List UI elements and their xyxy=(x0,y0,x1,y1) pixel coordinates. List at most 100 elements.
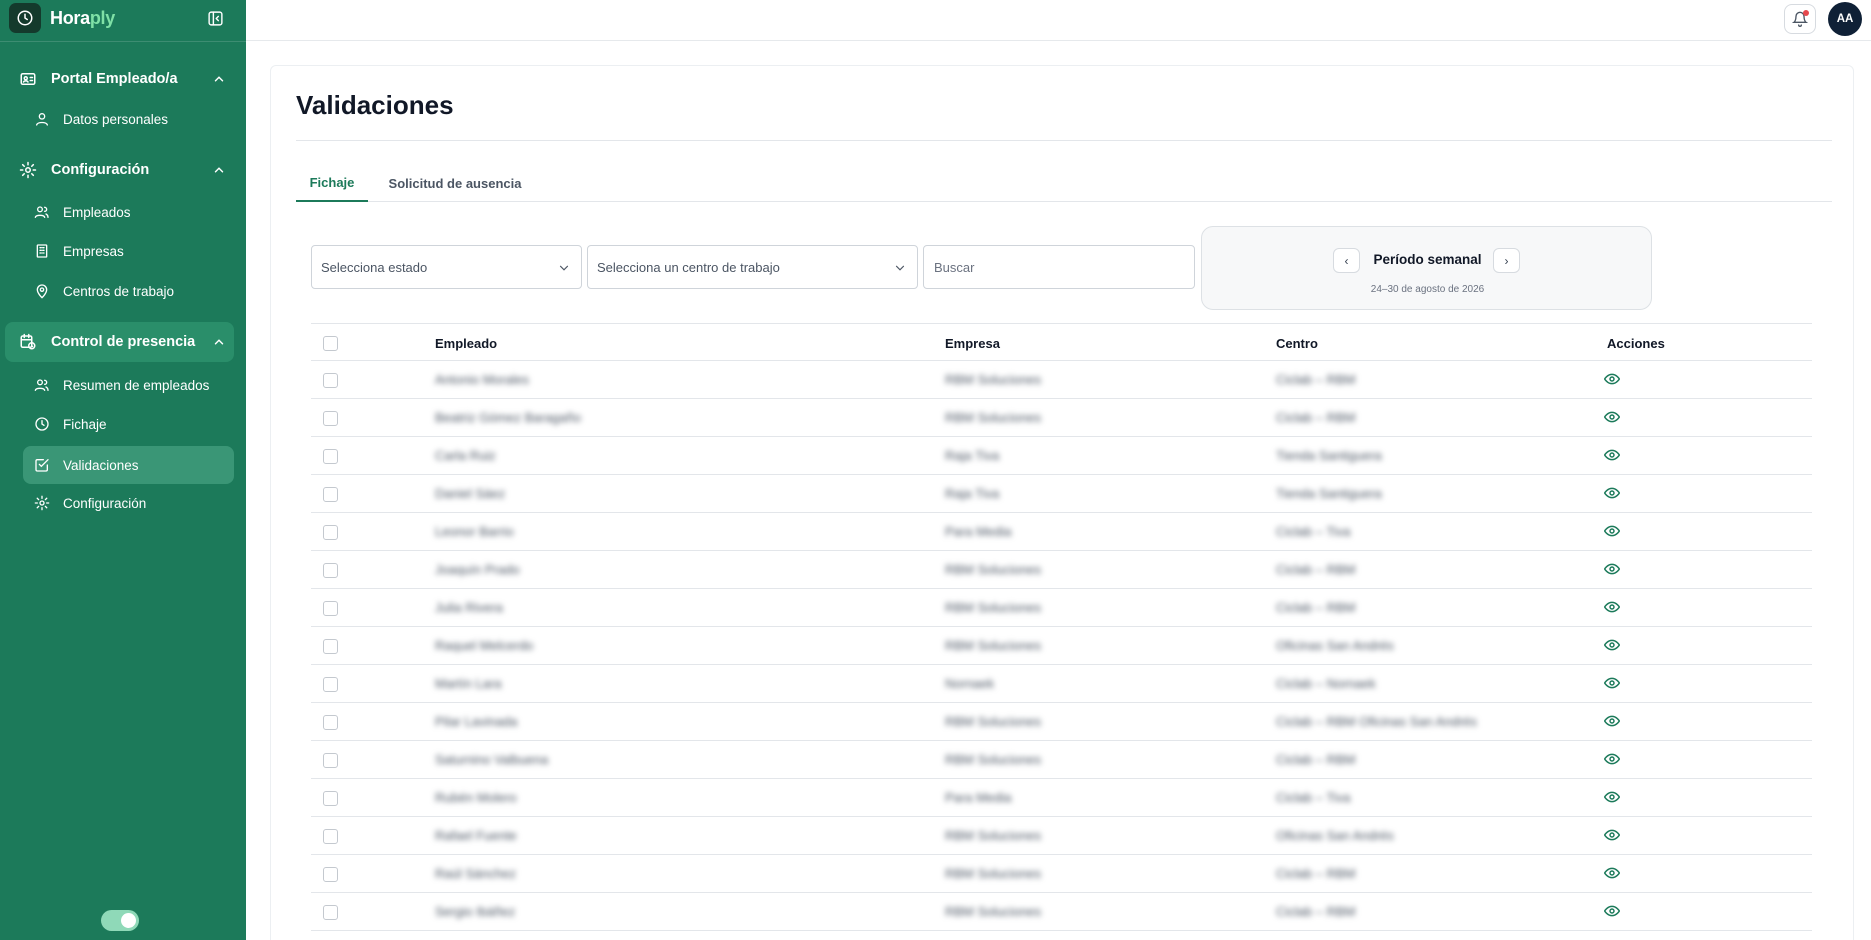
table-row: Rafael Fuente RBM Soluciones Oficinas San … xyxy=(311,817,1812,855)
row-checkbox[interactable] xyxy=(323,411,338,426)
table-row: Leonor Barrio Para Media Ciclab – Tiva xyxy=(311,513,1812,551)
map-pin-icon xyxy=(33,282,51,300)
work-center-select-value: Selecciona un centro de trabajo xyxy=(597,259,780,275)
check-square-icon xyxy=(33,456,51,474)
row-checkbox[interactable] xyxy=(323,487,338,502)
employee-cell: Leonor Barrio xyxy=(435,524,514,539)
chevron-up-icon xyxy=(214,76,224,82)
view-eye-icon[interactable] xyxy=(1604,371,1620,387)
view-eye-icon[interactable] xyxy=(1604,675,1620,691)
view-eye-icon[interactable] xyxy=(1604,447,1620,463)
sidebar: Horaply Portal Empleado/a Datos personal… xyxy=(0,0,246,940)
sidebar-item-datos-personales[interactable]: Datos personales xyxy=(23,100,234,138)
table-row: Raúl Sánchez RBM Soluciones Ciclab – RBM xyxy=(311,855,1812,893)
sidebar-group-configuracion[interactable]: Configuración xyxy=(5,150,234,190)
column-header-company: Empresa xyxy=(945,336,1000,351)
tab-solicitud-ausencia[interactable]: Solicitud de ausencia xyxy=(368,164,542,202)
chevron-down-icon xyxy=(895,265,905,271)
chevron-up-icon xyxy=(214,167,224,173)
row-checkbox[interactable] xyxy=(323,715,338,730)
clock-logo-icon xyxy=(9,3,41,33)
theme-toggle[interactable] xyxy=(101,910,139,931)
center-cell: Tienda Santiguera xyxy=(1276,448,1382,463)
row-checkbox[interactable] xyxy=(323,867,338,882)
table-row: Daniel Sáez Raja Tiva Tienda Santiguera xyxy=(311,475,1812,513)
table-row: Julia Rivera RBM Soluciones Ciclab – RBM xyxy=(311,589,1812,627)
company-cell: RBM Soluciones xyxy=(945,714,1042,729)
row-checkbox[interactable] xyxy=(323,449,338,464)
view-eye-icon[interactable] xyxy=(1604,561,1620,577)
sidebar-item-label: Datos personales xyxy=(63,111,169,127)
column-header-center: Centro xyxy=(1276,336,1318,351)
center-cell: Oficinas San Andrés xyxy=(1276,638,1394,653)
row-checkbox[interactable] xyxy=(323,601,338,616)
table-row: Antonio Morales RBM Soluciones Ciclab – RB… xyxy=(311,361,1812,399)
view-eye-icon[interactable] xyxy=(1604,599,1620,615)
row-checkbox[interactable] xyxy=(323,563,338,578)
employee-cell: Saturnino Valbuena xyxy=(435,752,549,767)
center-cell: Ciclab – RBM xyxy=(1276,562,1356,577)
view-eye-icon[interactable] xyxy=(1604,789,1620,805)
row-checkbox[interactable] xyxy=(323,905,338,920)
view-eye-icon[interactable] xyxy=(1604,865,1620,881)
row-checkbox[interactable] xyxy=(323,639,338,654)
employee-cell: Raúl Sánchez xyxy=(435,866,516,881)
view-eye-icon[interactable] xyxy=(1604,523,1620,539)
center-cell: Tienda Santiguera xyxy=(1276,486,1382,501)
view-eye-icon[interactable] xyxy=(1604,713,1620,729)
period-title: Período semanal xyxy=(1373,252,1482,267)
sidebar-item-empresas[interactable]: Empresas xyxy=(23,232,234,270)
row-checkbox[interactable] xyxy=(323,373,338,388)
select-all-checkbox[interactable] xyxy=(323,336,338,351)
center-cell: Ciclab – RBM xyxy=(1276,866,1356,881)
view-eye-icon[interactable] xyxy=(1604,637,1620,653)
collapse-sidebar-icon[interactable] xyxy=(205,8,225,28)
sidebar-item-empleados[interactable]: Empleados xyxy=(23,193,234,231)
notifications-button[interactable] xyxy=(1784,4,1816,34)
view-eye-icon[interactable] xyxy=(1604,409,1620,425)
view-eye-icon[interactable] xyxy=(1604,485,1620,501)
sidebar-group-portal[interactable]: Portal Empleado/a xyxy=(5,59,234,99)
gear-icon xyxy=(19,161,37,179)
toggle-knob xyxy=(121,913,136,928)
row-checkbox[interactable] xyxy=(323,753,338,768)
tabs: Fichaje Solicitud de ausencia xyxy=(296,164,1832,202)
employee-cell: Carla Ruiz xyxy=(435,448,496,463)
sidebar-item-resumen[interactable]: Resumen de empleados xyxy=(23,366,234,404)
period-selector: ‹ Período semanal › 24–30 de agosto de 2… xyxy=(1201,226,1652,310)
sidebar-item-centros[interactable]: Centros de trabajo xyxy=(23,272,234,310)
id-card-icon xyxy=(19,70,37,88)
row-checkbox[interactable] xyxy=(323,525,338,540)
view-eye-icon[interactable] xyxy=(1604,903,1620,919)
calendar-clock-icon xyxy=(19,333,37,351)
brand-name: Horaply xyxy=(50,7,115,28)
chevron-up-icon xyxy=(214,339,224,345)
row-checkbox[interactable] xyxy=(323,791,338,806)
sidebar-item-label: Empleados xyxy=(63,204,131,220)
sidebar-item-configuracion-presencia[interactable]: Configuración xyxy=(23,484,234,522)
row-checkbox[interactable] xyxy=(323,829,338,844)
work-center-select[interactable]: Selecciona un centro de trabajo xyxy=(587,245,918,289)
company-cell: Para Media xyxy=(945,790,1012,805)
avatar[interactable]: AA xyxy=(1828,2,1862,36)
period-next-button[interactable]: › xyxy=(1493,248,1520,273)
sidebar-item-fichaje[interactable]: Fichaje xyxy=(23,405,234,443)
users-icon xyxy=(33,376,51,394)
table-row: Saturnino Valbuena RBM Soluciones Ciclab –… xyxy=(311,741,1812,779)
user-icon xyxy=(33,110,51,128)
sidebar-item-label: Validaciones xyxy=(63,457,139,473)
tab-fichaje[interactable]: Fichaje xyxy=(296,164,368,202)
view-eye-icon[interactable] xyxy=(1604,827,1620,843)
sidebar-item-label: Empresas xyxy=(63,243,124,259)
brand[interactable]: Horaply xyxy=(9,3,115,33)
sidebar-group-control-presencia[interactable]: Control de presencia xyxy=(5,322,234,362)
search-input[interactable] xyxy=(923,245,1195,289)
row-checkbox[interactable] xyxy=(323,677,338,692)
status-select[interactable]: Selecciona estado xyxy=(311,245,582,289)
view-eye-icon[interactable] xyxy=(1604,751,1620,767)
table-body: Antonio Morales RBM Soluciones Ciclab – RB… xyxy=(311,361,1812,931)
period-dates: 24–30 de agosto de 2026 xyxy=(1370,284,1485,295)
company-cell: RBM Soluciones xyxy=(945,828,1042,843)
sidebar-item-validaciones[interactable]: Validaciones xyxy=(23,446,234,484)
company-cell: RBM Soluciones xyxy=(945,562,1042,577)
